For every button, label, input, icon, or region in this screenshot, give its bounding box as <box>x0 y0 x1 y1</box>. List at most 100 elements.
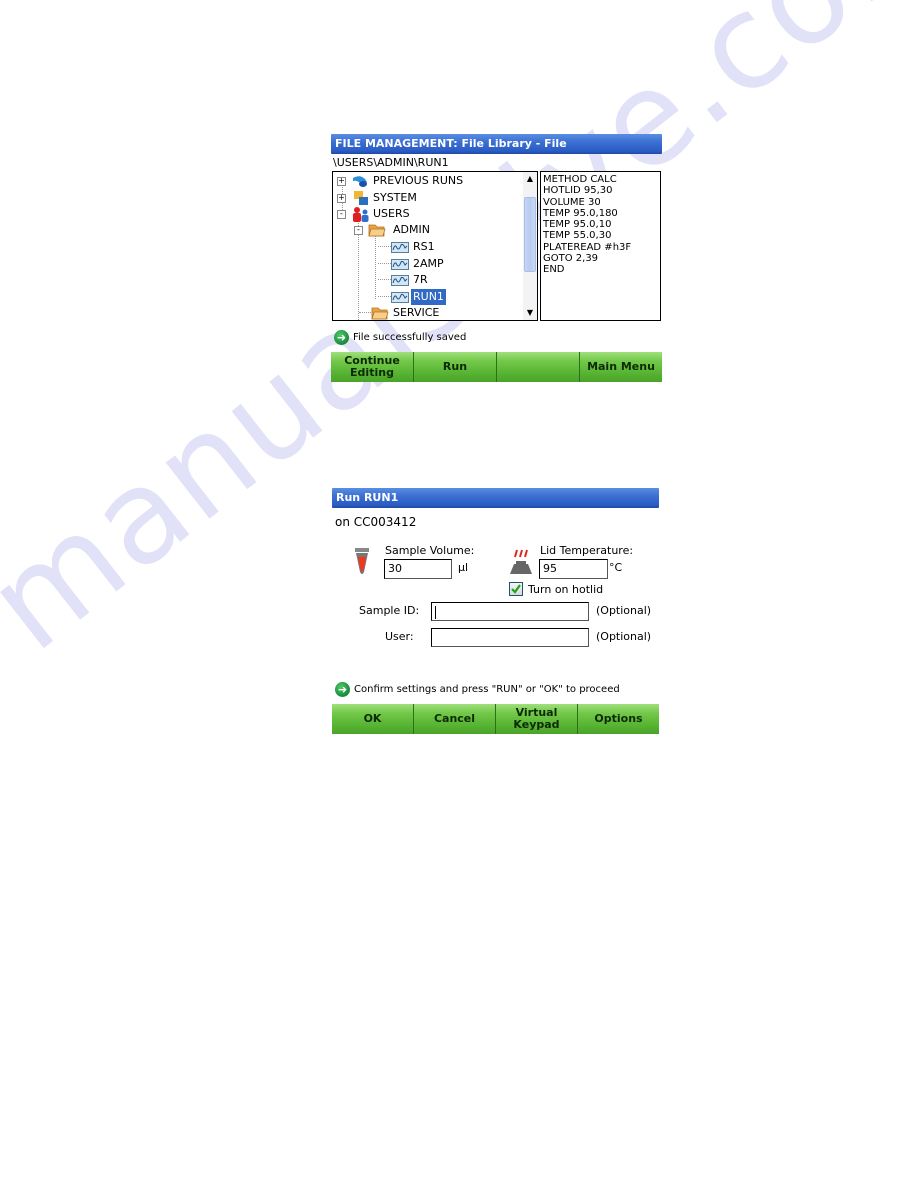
user-input[interactable] <box>431 628 589 647</box>
tree-label: PREVIOUS RUNS <box>373 174 464 187</box>
tree-item-rs1[interactable]: RS1 <box>391 239 511 255</box>
file-management-button-bar: Continue Editing Run Main Menu <box>331 352 662 382</box>
tree-item-admin[interactable]: - ADMIN <box>354 222 514 238</box>
run-dialog-screen: Run RUN1 on CC003412 Sample Volume: 30 µ… <box>332 488 659 735</box>
tree-line <box>378 263 391 264</box>
button-label: OK <box>363 712 382 725</box>
protocol-file-icon <box>391 259 409 270</box>
method-line: END <box>543 264 565 276</box>
hotlid-checkbox[interactable] <box>509 582 523 596</box>
user-label: User: <box>385 630 414 643</box>
lid-temperature-label: Lid Temperature: <box>540 544 634 557</box>
system-icon <box>354 191 368 205</box>
run-dialog-title: Run RUN1 <box>332 488 659 508</box>
scroll-up-icon[interactable]: ▲ <box>523 172 537 186</box>
sample-volume-label: Sample Volume: <box>385 544 475 557</box>
checkmark-icon <box>511 584 521 594</box>
tree-label-selected: RUN1 <box>411 289 446 305</box>
tree-scrollbar[interactable]: ▲ ▼ <box>523 172 537 320</box>
tree-item-run1[interactable]: RUN1 <box>391 289 511 305</box>
method-preview: METHOD CALC HOTLID 95,30 VOLUME 30 TEMP … <box>540 171 661 321</box>
protocol-file-icon <box>391 292 409 303</box>
tree-label: SYSTEM <box>373 191 417 204</box>
tree-item-service[interactable]: SERVICE <box>371 305 511 320</box>
method-line: METHOD CALC <box>543 174 617 185</box>
tree-label: SERVICE <box>393 306 440 319</box>
button-label: Cancel <box>433 712 476 725</box>
tree-label: USERS <box>373 207 410 220</box>
expand-icon[interactable]: + <box>337 177 346 186</box>
blank-button[interactable] <box>497 352 580 382</box>
users-icon <box>353 207 369 222</box>
tree-label: 2AMP <box>413 257 444 270</box>
method-line: VOLUME 30 <box>543 196 601 208</box>
button-label: Options <box>594 712 643 725</box>
continue-editing-button[interactable]: Continue Editing <box>331 352 414 382</box>
folder-icon <box>368 224 386 237</box>
text-cursor <box>435 605 436 619</box>
virtual-keypad-button[interactable]: Virtual Keypad <box>496 704 578 734</box>
method-line: TEMP 55.0,30 <box>543 230 612 242</box>
cancel-button[interactable]: Cancel <box>414 704 496 734</box>
folder-icon <box>371 307 389 320</box>
method-line: PLATEREAD #h3F <box>543 241 632 253</box>
run-dialog-button-bar: OK Cancel Virtual Keypad Options <box>332 704 659 734</box>
options-button[interactable]: Options <box>578 704 659 734</box>
tree-item-7r[interactable]: 7R <box>391 272 511 288</box>
sample-id-input[interactable] <box>431 602 589 621</box>
hotlid-checkbox-label: Turn on hotlid <box>528 583 604 596</box>
tree-item-system[interactable]: + SYSTEM <box>337 190 517 206</box>
sample-tube-icon <box>355 548 369 574</box>
file-tree: + PREVIOUS RUNS + SYSTEM - USERS - ADMIN… <box>332 171 538 321</box>
ok-button[interactable]: OK <box>332 704 414 734</box>
file-management-title: FILE MANAGEMENT: File Library - File <box>331 134 662 154</box>
tree-label: ADMIN <box>393 223 430 236</box>
button-label: Run <box>442 360 468 373</box>
button-label: Continue Editing <box>344 354 400 379</box>
tree-line <box>378 279 391 280</box>
method-line: TEMP 95.0,180 <box>543 207 618 219</box>
sample-id-optional: (Optional) <box>596 604 652 617</box>
lid-temperature-input[interactable]: 95 <box>539 559 608 579</box>
status-text: Confirm settings and press "RUN" or "OK"… <box>354 684 620 695</box>
tree-item-users[interactable]: - USERS <box>337 206 517 222</box>
collapse-icon[interactable]: - <box>337 210 346 219</box>
arrow-right-icon: ➜ <box>334 330 349 345</box>
tree-item-2amp[interactable]: 2AMP <box>391 256 511 272</box>
tree-line <box>359 312 371 313</box>
status-message: ➜ File successfully saved <box>334 330 466 345</box>
user-optional: (Optional) <box>596 630 652 643</box>
previous-runs-icon <box>353 176 367 187</box>
tree-line <box>375 236 376 299</box>
main-menu-button[interactable]: Main Menu <box>580 352 662 382</box>
tree-item-previous-runs[interactable]: + PREVIOUS RUNS <box>337 173 517 189</box>
file-management-screen: FILE MANAGEMENT: File Library - File \US… <box>331 134 662 384</box>
button-label: Main Menu <box>587 360 655 373</box>
file-path: \USERS\ADMIN\RUN1 <box>333 156 449 169</box>
lid-temperature-unit: °C <box>609 561 623 574</box>
sample-id-label: Sample ID: <box>359 604 420 617</box>
status-text: File successfully saved <box>353 332 467 343</box>
tree-label: 7R <box>413 273 428 286</box>
sample-volume-value: 30 <box>388 562 402 575</box>
tree-line <box>378 246 391 247</box>
method-line: GOTO 2,39 <box>543 253 599 265</box>
sample-volume-unit: µl <box>458 561 469 574</box>
protocol-file-icon <box>391 275 409 286</box>
tree-line <box>378 296 391 297</box>
button-label: Virtual Keypad <box>513 706 560 731</box>
arrow-right-icon: ➜ <box>335 682 350 697</box>
protocol-file-icon <box>391 242 409 253</box>
collapse-icon[interactable]: - <box>354 226 363 235</box>
lid-temperature-value: 95 <box>543 562 557 575</box>
method-line: TEMP 95.0,10 <box>543 219 612 231</box>
tree-label: RS1 <box>413 240 435 253</box>
instrument-label: on CC003412 <box>335 515 417 529</box>
sample-volume-input[interactable]: 30 <box>384 559 452 579</box>
run-button[interactable]: Run <box>414 352 497 382</box>
status-message: ➜ Confirm settings and press "RUN" or "O… <box>335 682 620 697</box>
heated-lid-icon <box>510 549 532 574</box>
scroll-down-icon[interactable]: ▼ <box>523 306 537 320</box>
expand-icon[interactable]: + <box>337 194 346 203</box>
scrollbar-thumb[interactable] <box>524 197 536 272</box>
